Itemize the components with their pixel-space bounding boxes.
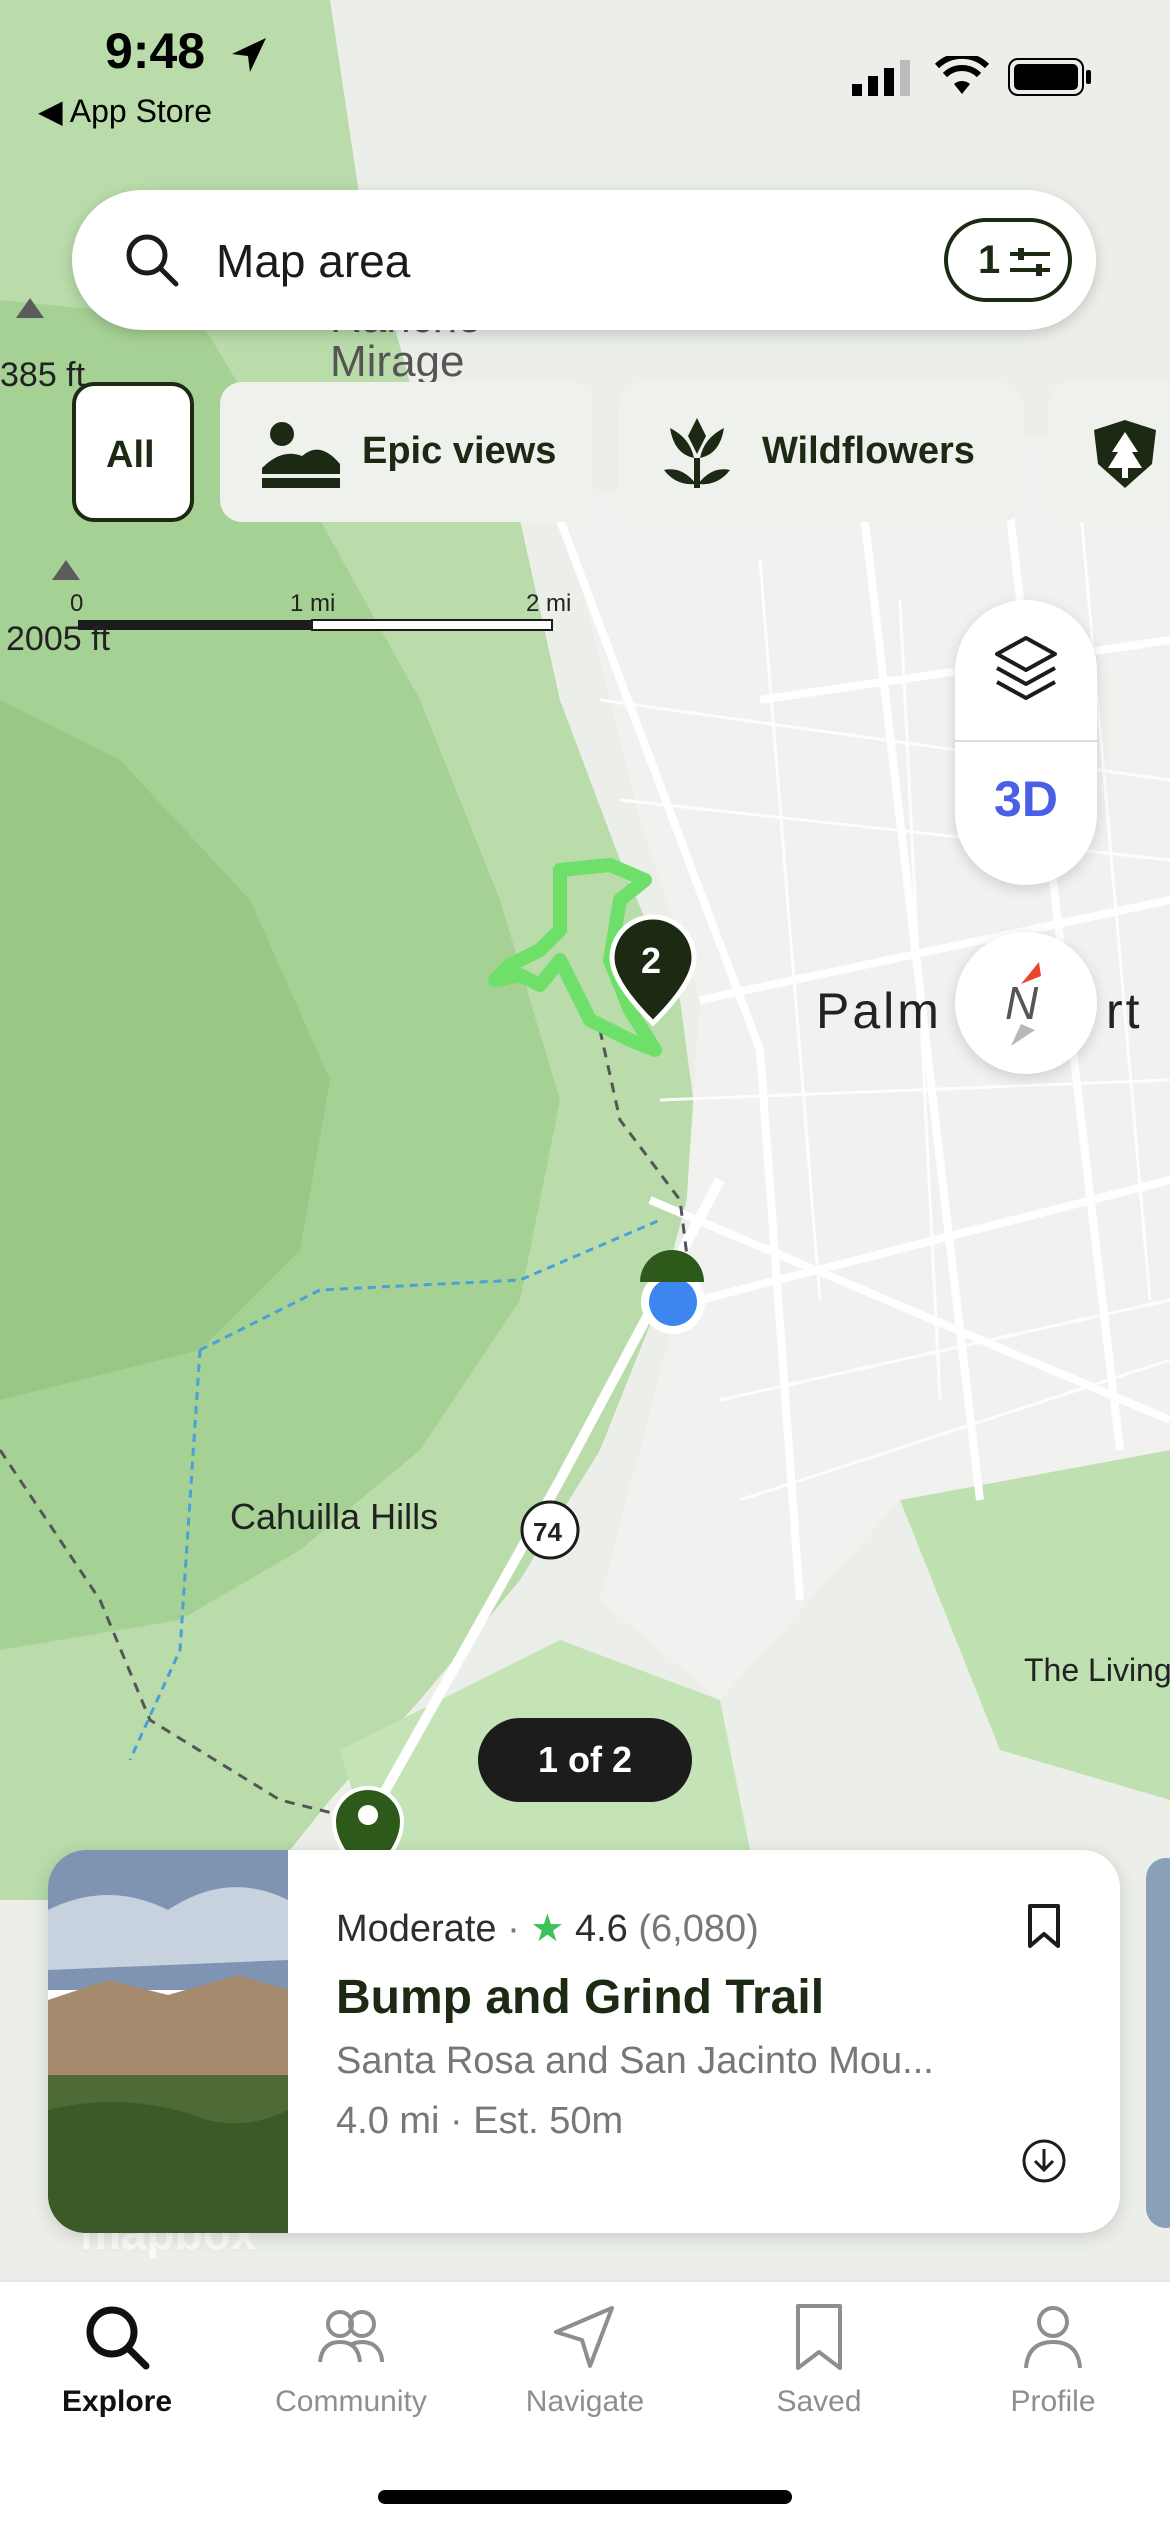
compass-label: N [1005, 977, 1039, 1029]
location-arrow-icon [232, 38, 266, 72]
trail-park: Santa Rosa and San Jacinto Mou... [336, 2040, 934, 2082]
trail-meta: Moderate · ★ 4.6 (6,080) [336, 1906, 759, 1951]
stats-separator: · [450, 2100, 474, 2142]
bookmark-icon[interactable] [1024, 1902, 1064, 1950]
chip-epic-views-label: Epic views [362, 430, 557, 472]
download-icon[interactable] [1020, 2137, 1068, 2185]
tab-community[interactable]: Community [234, 2302, 468, 2419]
tab-saved[interactable]: Saved [702, 2302, 936, 2419]
star-icon: ★ [530, 1908, 565, 1950]
status-bar: 9:48 ◀ App Store [0, 0, 1170, 130]
flower-icon [664, 418, 730, 488]
trail-stats: 4.0 mi · Est. 50m [336, 2100, 623, 2143]
sliders-icon [1010, 248, 1050, 276]
tab-explore[interactable]: Explore [0, 2302, 234, 2419]
filter-count: 1 [978, 238, 1001, 282]
chip-all[interactable]: All [72, 382, 194, 522]
tab-navigate[interactable]: Navigate [468, 2302, 702, 2419]
signal-icon [852, 60, 910, 96]
trail-name: Bump and Grind Trail [336, 1971, 825, 2024]
scale-label-2: 2 mi [526, 590, 572, 617]
chip-all-label: All [106, 434, 155, 476]
route-74-label: 74 [533, 1517, 562, 1547]
search-icon [86, 2306, 150, 2370]
home-indicator [378, 2490, 792, 2504]
trail-reviews: (6,080) [638, 1908, 759, 1950]
place-label-living: The Living [1024, 1652, 1170, 1688]
people-icon [318, 2310, 384, 2363]
search-bar[interactable]: Map area 1 [72, 190, 1096, 330]
three-d-button[interactable]: 3D [955, 770, 1097, 828]
tab-navigate-label: Navigate [525, 2385, 645, 2418]
controls-divider [955, 740, 1097, 742]
trail-length: 4.0 mi [336, 2100, 440, 2142]
tab-profile-label: Profile [1010, 2385, 1096, 2418]
trail-photo [48, 1850, 288, 2233]
search-placeholder: Map area [216, 235, 411, 287]
tab-profile[interactable]: Profile [936, 2302, 1170, 2419]
place-label-palm-suffix: rt [1106, 983, 1143, 1039]
tab-saved-label: Saved [776, 2385, 862, 2418]
chip-wildflowers[interactable]: Wildflowers [618, 382, 1023, 522]
scale-label-0: 0 [70, 590, 84, 617]
cluster-count[interactable]: 2 [641, 940, 661, 982]
back-app-label: App Store [69, 93, 213, 129]
trail-card[interactable]: Moderate · ★ 4.6 (6,080) Bump and Grind … [48, 1850, 1120, 2233]
elevation-label-1: 385 ft [0, 356, 86, 394]
search-icon [126, 234, 179, 287]
back-to-app-store[interactable]: ◀ App Store [38, 92, 212, 130]
chip-epic-views[interactable]: Epic views [220, 382, 593, 522]
next-trail-card-peek[interactable] [1146, 1858, 1170, 2228]
elevation-label-2: 2005 ft [6, 620, 110, 658]
bookmark-icon [796, 2304, 842, 2370]
navigate-arrow-icon [554, 2306, 614, 2368]
battery-icon [1008, 58, 1091, 96]
place-label-palm: Palm [816, 983, 942, 1039]
tab-community-label: Community [275, 2385, 427, 2418]
filters-button[interactable]: 1 [944, 218, 1072, 302]
layers-icon[interactable] [993, 634, 1059, 704]
forest-badge-icon [1094, 420, 1156, 488]
scale-label-1: 1 mi [290, 590, 336, 617]
compass-button[interactable]: N [955, 932, 1097, 1074]
place-label-cahuilla: Cahuilla Hills [230, 1496, 439, 1537]
chip-wildflowers-label: Wildflowers [762, 430, 975, 472]
wifi-icon [935, 56, 989, 94]
trail-rating: 4.6 [574, 1908, 628, 1950]
trail-est-time: Est. 50m [473, 2100, 624, 2142]
trail-difficulty: Moderate [336, 1908, 497, 1950]
mountain-view-icon [262, 422, 340, 488]
chip-forest[interactable] [1048, 382, 1170, 522]
tab-explore-label: Explore [61, 2385, 173, 2418]
status-time: 9:48 [105, 23, 206, 79]
results-pager: 1 of 2 [478, 1718, 692, 1802]
meta-separator: · [507, 1908, 531, 1950]
map-controls: 3D [955, 600, 1097, 885]
person-icon [1024, 2306, 1082, 2369]
